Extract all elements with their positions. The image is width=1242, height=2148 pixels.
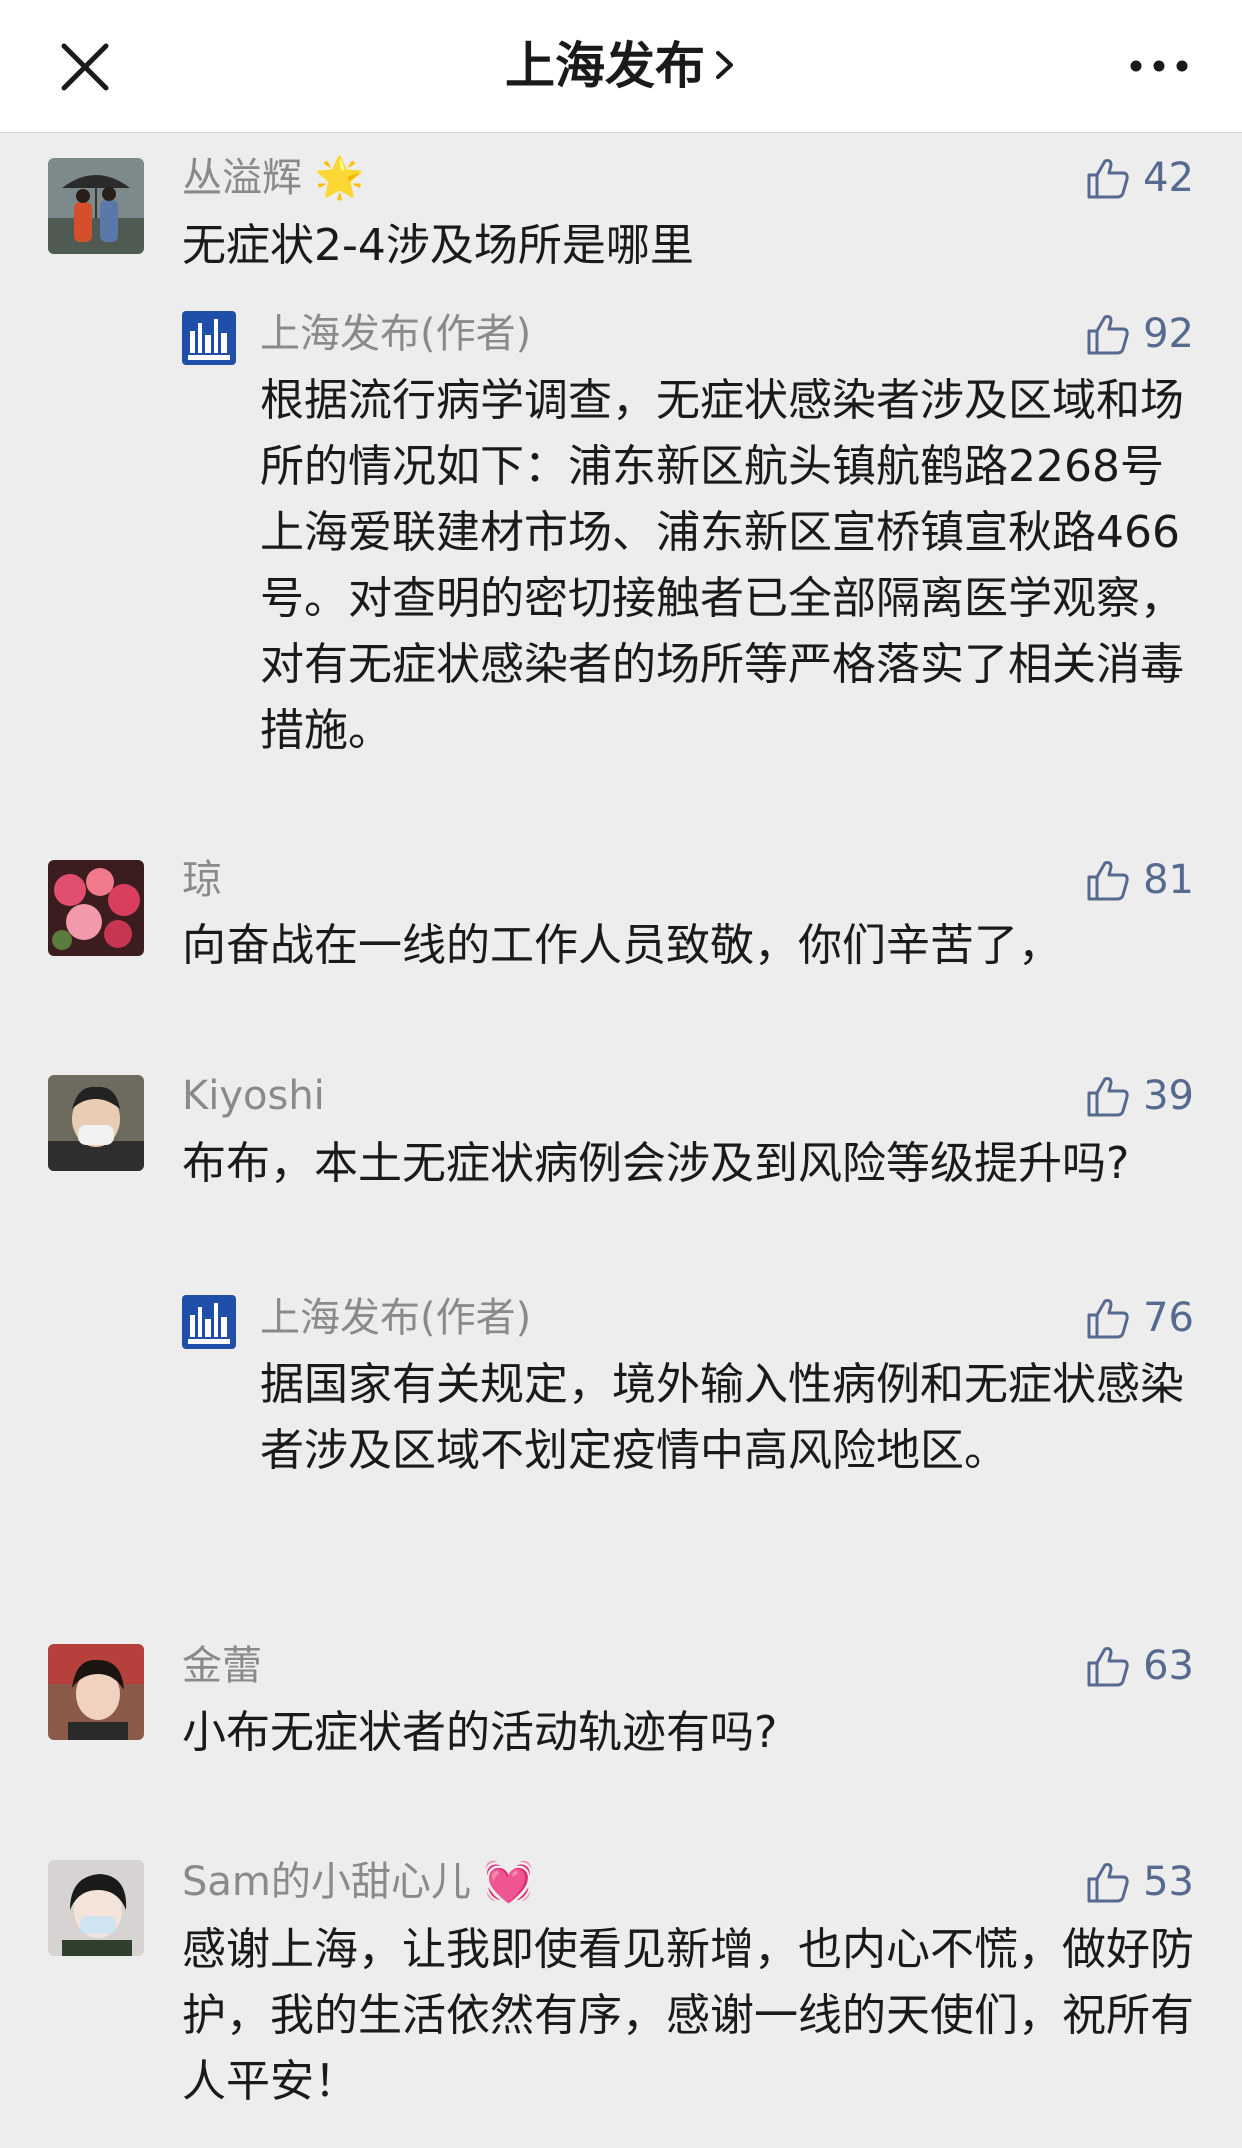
top-bar: 上海发布 [0,0,1242,133]
like-button[interactable]: 92 [1085,306,1194,362]
like-button[interactable]: 76 [1085,1290,1194,1346]
thumbs-up-icon [1087,315,1129,355]
thumbs-up-icon [1087,1077,1129,1117]
thumbs-up-icon [1087,1647,1129,1687]
avatar[interactable] [48,1860,144,1956]
like-count: 42 [1143,155,1194,201]
like-button[interactable]: 39 [1085,1068,1194,1124]
reply-text: 根据流行病学调查，无症状感染者涉及区域和场所的情况如下：浦东新区航头镇航鹤路22… [260,375,1184,756]
commenter-name: 丛溢辉 🌟 [182,155,365,201]
like-button[interactable]: 53 [1085,1854,1194,1910]
thumbs-up-icon [1087,1863,1129,1903]
like-count: 63 [1143,1643,1194,1689]
like-count: 76 [1143,1295,1194,1341]
like-count: 92 [1143,311,1194,357]
author-name: 上海发布(作者) [260,311,532,357]
heart-badge-icon: 💓 [483,1859,534,1905]
like-count: 81 [1143,857,1194,903]
avatar[interactable] [48,1075,144,1171]
commenter-name: 琼 [182,857,222,903]
reply-text: 据国家有关规定，境外输入性病例和无症状感染者涉及区域不划定疫情中高风险地区。 [260,1359,1184,1476]
avatar[interactable] [48,158,144,254]
avatar[interactable] [48,860,144,956]
star-badge-icon: 🌟 [314,155,365,201]
comment-text: 布布，本土无症状病例会涉及到风险等级提升吗? [182,1138,1130,1189]
author-avatar[interactable] [182,1295,236,1349]
comment-text: 小布无症状者的活动轨迹有吗? [182,1707,778,1758]
comment-text: 向奋战在一线的工作人员致敬，你们辛苦了， [182,920,1062,971]
thumbs-up-icon [1087,861,1129,901]
comment-text: 无症状2-4涉及场所是哪里 [182,220,694,271]
author-avatar[interactable] [182,311,236,365]
commenter-name: Kiyoshi [182,1073,325,1119]
commenter-name: 金蕾 [182,1643,262,1689]
like-count: 53 [1143,1859,1194,1905]
like-button[interactable]: 42 [1085,150,1194,206]
thumbs-up-icon [1087,159,1129,199]
chevron-right-icon [713,26,737,106]
avatar[interactable] [48,1644,144,1740]
author-name: 上海发布(作者) [260,1295,532,1341]
thumbs-up-icon [1087,1299,1129,1339]
account-title: 上海发布 [505,37,705,95]
more-button[interactable] [1126,46,1192,86]
comment-text: 感谢上海，让我即使看见新增，也内心不慌，做好防护，我的生活依然有序，感谢一线的天… [182,1924,1194,2107]
like-button[interactable]: 63 [1085,1638,1194,1694]
commenter-name: Sam的小甜心儿 💓 [182,1859,534,1905]
more-icon [1130,60,1188,72]
account-title-link[interactable]: 上海发布 [0,26,1242,106]
like-count: 39 [1143,1073,1194,1119]
like-button[interactable]: 81 [1085,852,1194,908]
